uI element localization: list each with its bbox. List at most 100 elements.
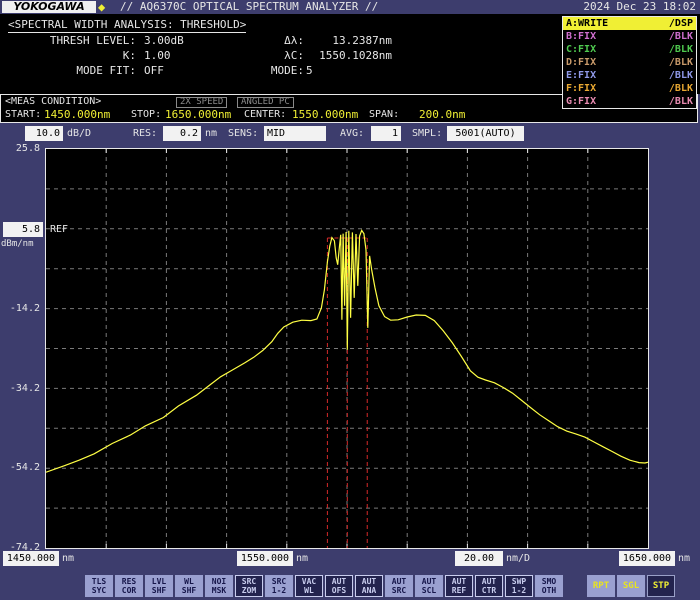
trace-name: C:FIX	[566, 44, 597, 55]
trace-name: G:FIX	[566, 96, 597, 107]
softkey-label: SCL	[421, 586, 437, 595]
x-stop-unit: nm	[678, 553, 691, 564]
plot-region: 25.8 5.8 dBm/nm -14.2 -34.2 -54.2 -74.2 …	[0, 143, 700, 553]
softkey-aut-ctr[interactable]: AUT CTR	[475, 575, 503, 597]
analysis-row-2: MODE FIT: OFF MODE: 5	[0, 64, 560, 78]
softkey-label: MSK	[211, 586, 227, 595]
sens-field[interactable]: MID	[264, 126, 326, 141]
analysis-heading: <SPECTRAL WIDTH ANALYSIS: THRESHOLD>	[8, 18, 247, 33]
softkey-vac-wl[interactable]: VAC WL	[295, 575, 323, 597]
softkey-label: REF	[451, 586, 467, 595]
softkey-aut-ofs[interactable]: AUT OFS	[325, 575, 353, 597]
trace-display-mode: /BLK	[668, 96, 693, 107]
softkey-aut-scl[interactable]: AUT SCL	[415, 575, 443, 597]
analysis-l-label-0: THRESH LEVEL:	[49, 34, 136, 47]
softkey-label: 1-2	[271, 586, 287, 595]
x-stop-field[interactable]: 1650.000	[619, 551, 675, 566]
softkey-noi-msk[interactable]: NOI MSK	[205, 575, 233, 597]
trace-display-mode: /BLK	[668, 44, 693, 55]
trace-display-mode: /BLK	[668, 70, 693, 81]
softkey-aut-ana[interactable]: AUT ANA	[355, 575, 383, 597]
analysis-l-value-1: 1.00	[144, 49, 171, 62]
spectrum-chart	[45, 148, 649, 549]
softkey-label: COR	[121, 586, 137, 595]
app-title: // AQ6370C OPTICAL SPECTRUM ANALYZER //	[120, 0, 379, 13]
trace-row-g[interactable]: G:FIX/BLK	[563, 95, 696, 108]
logo-diamond-icon: ◆	[98, 0, 106, 14]
x-scale-field[interactable]: 20.00	[455, 551, 503, 566]
softkey-swp-1-2[interactable]: SWP 1-2	[505, 575, 533, 597]
level-scale-unit: dB/D	[67, 128, 92, 139]
analysis-l-label-1: K:	[122, 49, 136, 62]
x-center-unit: nm	[296, 553, 309, 564]
softkey-src-1-2[interactable]: SRC 1-2	[265, 575, 293, 597]
y-axis-label-1: -14.2	[9, 303, 40, 314]
softkey-sgl[interactable]: SGL	[617, 575, 645, 597]
span-label: SPAN:	[369, 109, 400, 120]
analysis-r-label-1: λC:	[284, 49, 304, 62]
level-scale-field[interactable]: 10.0	[25, 126, 63, 141]
analysis-r-value-0: 13.2387nm	[332, 34, 392, 47]
center-value[interactable]: 1550.000nm	[292, 108, 358, 121]
softkey-src-zom[interactable]: SRC ZOM	[235, 575, 263, 597]
softkey-smo-oth[interactable]: SMO OTH	[535, 575, 563, 597]
trace-row-c[interactable]: C:FIX/BLK	[563, 43, 696, 56]
y-axis-label-3: -54.2	[9, 462, 40, 473]
softkey-label: AUT	[331, 577, 347, 586]
softkey-label: SRC	[391, 586, 407, 595]
softkey-wl-shf[interactable]: WL SHF	[175, 575, 203, 597]
angled-pc-badge: ANGLED PC	[237, 97, 294, 108]
softkey-label: CTR	[481, 586, 497, 595]
avg-field[interactable]: 1	[371, 126, 401, 141]
stop-label: STOP:	[131, 109, 162, 120]
softkey-rpt[interactable]: RPT	[587, 575, 615, 597]
trace-row-e[interactable]: E:FIX/BLK	[563, 69, 696, 82]
res-field[interactable]: 0.2	[163, 126, 201, 141]
trace-display-mode: /DSP	[668, 18, 693, 29]
speed-2x-badge: 2X SPEED	[176, 97, 228, 108]
trace-name: B:FIX	[566, 31, 597, 42]
softkey-stp[interactable]: STP	[647, 575, 675, 597]
analysis-r-label-0: Δλ:	[284, 34, 304, 47]
title-bar: YOKOGAWA ◆ // AQ6370C OPTICAL SPECTRUM A…	[0, 0, 700, 14]
x-start-field[interactable]: 1450.000	[3, 551, 59, 566]
softkey-label: SRC	[241, 577, 257, 586]
softkey-aut-src[interactable]: AUT SRC	[385, 575, 413, 597]
trace-row-b[interactable]: B:FIX/BLK	[563, 30, 696, 43]
trace-name: A:WRITE	[566, 18, 609, 29]
span-value[interactable]: 200.0nm	[419, 108, 465, 121]
x-center-field[interactable]: 1550.000	[237, 551, 293, 566]
softkey-label: RES	[121, 577, 137, 586]
avg-label: AVG:	[340, 128, 365, 139]
trace-display-mode: /BLK	[668, 83, 693, 94]
settings-row: 10.0 dB/D RES: 0.2 nm SENS: MID AVG: 1 S…	[0, 123, 700, 148]
softkey-res-cor[interactable]: RES COR	[115, 575, 143, 597]
trace-name: F:FIX	[566, 83, 597, 94]
start-label: START:	[5, 109, 42, 120]
softkey-bar: TLS SYC RES COR LVL SHF WL SHF NOI MSK SRC ZOM SRC 1-…	[85, 575, 675, 597]
trace-row-d[interactable]: D:FIX/BLK	[563, 56, 696, 69]
softkey-label: SHF	[151, 586, 167, 595]
softkey-label: TLS	[91, 577, 107, 586]
softkey-lvl-shf[interactable]: LVL SHF	[145, 575, 173, 597]
softkey-tls-syc[interactable]: TLS SYC	[85, 575, 113, 597]
ref-level-field[interactable]: 5.8	[3, 222, 43, 237]
smpl-field[interactable]: 5001(AUTO)	[447, 126, 524, 141]
softkey-label: AUT	[391, 577, 407, 586]
trace-row-a[interactable]: A:WRITE/DSP	[563, 17, 696, 30]
res-unit: nm	[205, 128, 218, 139]
softkey-label: AUT	[451, 577, 467, 586]
osa-screen: YOKOGAWA ◆ // AQ6370C OPTICAL SPECTRUM A…	[0, 0, 700, 600]
softkey-label: OFS	[331, 586, 347, 595]
softkey-label: SMO	[541, 577, 557, 586]
softkey-label: OTH	[541, 586, 557, 595]
trace-name: E:FIX	[566, 70, 597, 81]
softkey-label: WL	[304, 586, 314, 595]
softkey-label: SHF	[181, 586, 197, 595]
softkey-aut-ref[interactable]: AUT REF	[445, 575, 473, 597]
start-value[interactable]: 1450.000nm	[44, 108, 110, 121]
trace-row-f[interactable]: F:FIX/BLK	[563, 82, 696, 95]
softkey-label: WL	[184, 577, 194, 586]
stop-value[interactable]: 1650.000nm	[165, 108, 231, 121]
res-label: RES:	[133, 128, 158, 139]
